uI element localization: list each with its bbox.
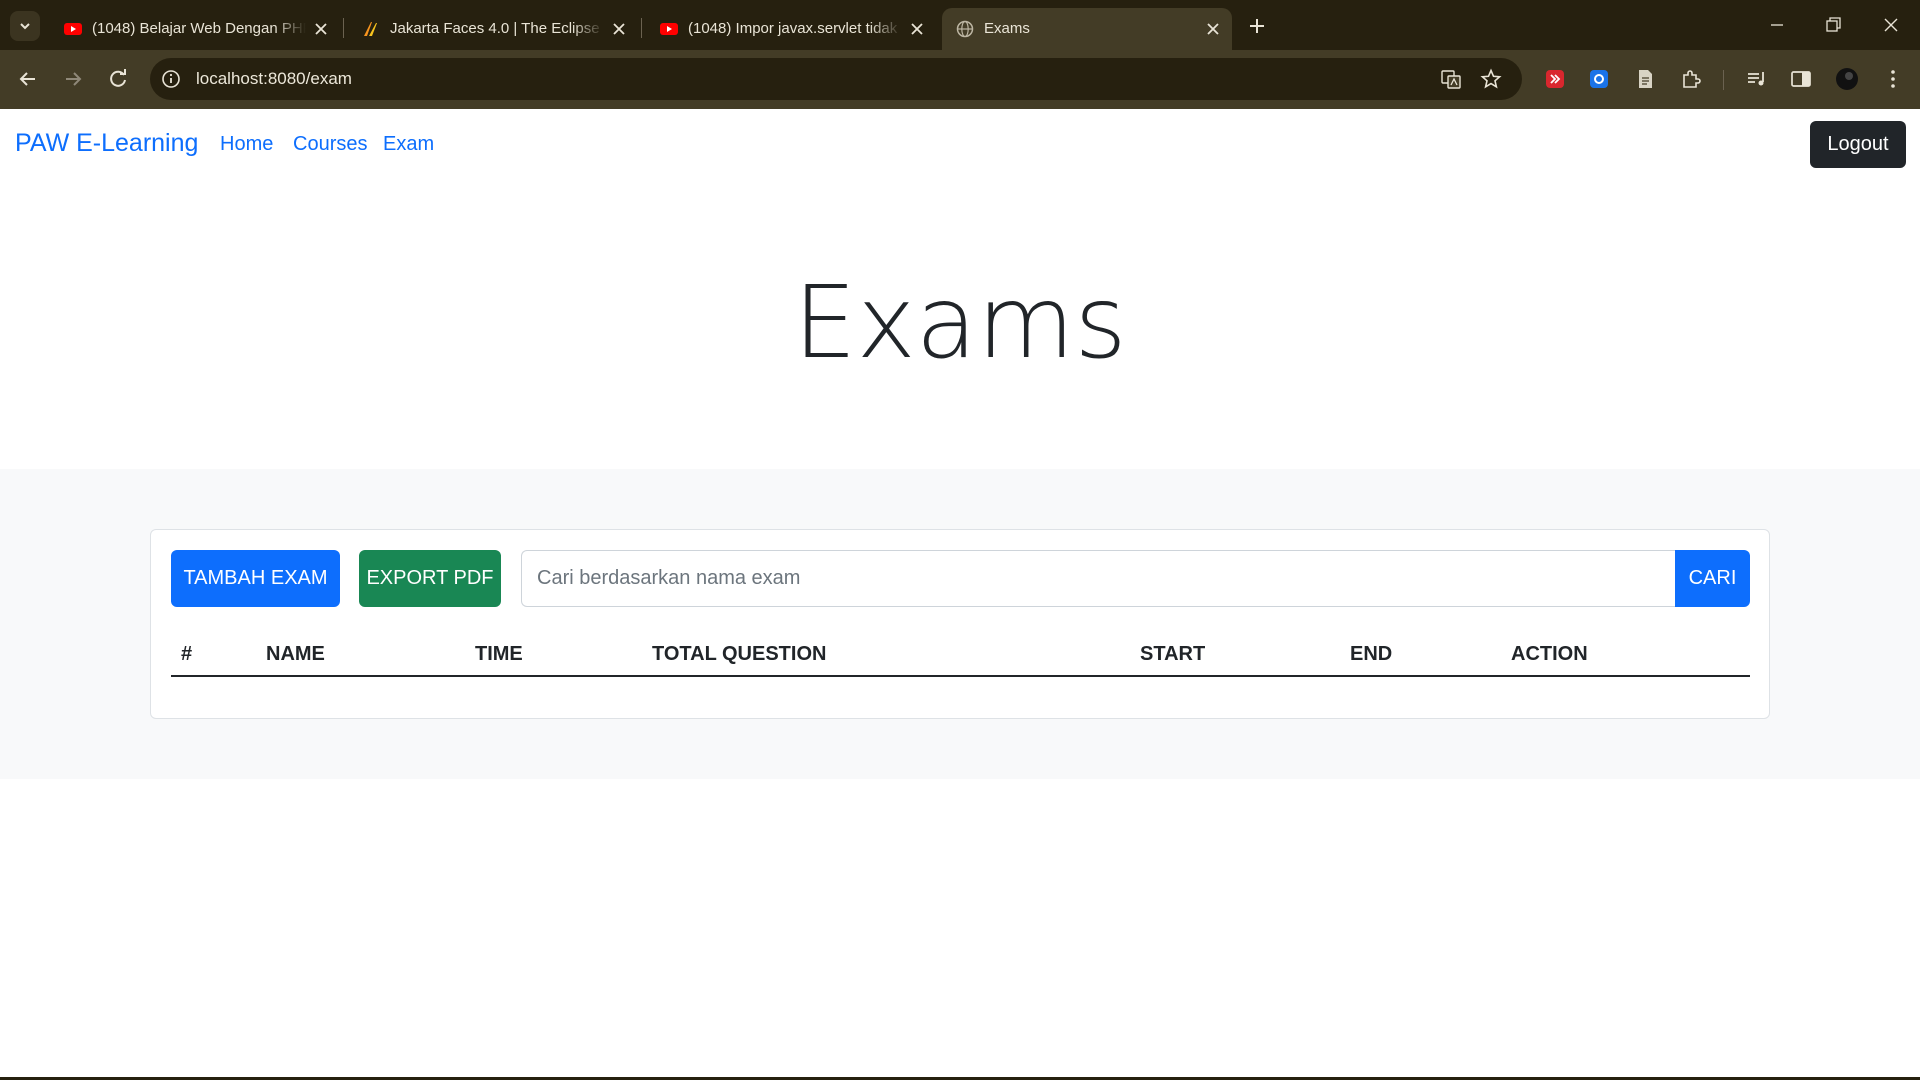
close-icon[interactable]: [1204, 20, 1222, 38]
export-pdf-button[interactable]: EXPORT PDF: [359, 550, 501, 607]
exam-section: TAMBAH EXAM EXPORT PDF CARI # NAME TIME …: [0, 469, 1920, 779]
bookmark-star-icon[interactable]: [1480, 68, 1502, 90]
column-header-number: #: [181, 643, 193, 665]
tab-title: Jakarta Faces 4.0 | The Eclipse Foundati…: [390, 20, 604, 37]
column-header-action: ACTION: [1511, 643, 1588, 665]
toolbar-divider: [1723, 70, 1724, 90]
browser-toolbar: localhost:8080/exam: [0, 50, 1920, 109]
browser-tab[interactable]: Jakarta Faces 4.0 | The Eclipse Foundati…: [348, 8, 638, 50]
globe-icon: [956, 20, 974, 38]
extensions-puzzle-icon[interactable]: [1678, 66, 1704, 92]
extension-red-icon[interactable]: [1542, 66, 1568, 92]
nav-link-exam[interactable]: Exam: [383, 133, 434, 156]
close-icon[interactable]: [312, 20, 330, 38]
nav-link-courses[interactable]: Courses: [293, 133, 367, 156]
translate-icon[interactable]: [1440, 68, 1462, 90]
minimize-icon[interactable]: [1766, 14, 1788, 36]
search-input[interactable]: [521, 550, 1676, 607]
site-navbar: PAW E-Learning Home Courses Exam Logout: [0, 109, 1920, 181]
eclipse-icon: [364, 22, 377, 36]
column-header-start: START: [1140, 643, 1206, 665]
reload-icon[interactable]: [105, 66, 131, 92]
site-info-icon[interactable]: [160, 68, 182, 90]
column-header-end: END: [1350, 643, 1393, 665]
tab-separator: [343, 18, 344, 38]
search-button[interactable]: CARI: [1675, 550, 1750, 607]
browser-tab[interactable]: (1048) Belajar Web Dengan PHP: [50, 8, 340, 50]
address-bar[interactable]: localhost:8080/exam: [150, 58, 1522, 100]
add-exam-button[interactable]: TAMBAH EXAM: [171, 550, 340, 607]
restore-icon[interactable]: [1822, 14, 1844, 36]
logout-button[interactable]: Logout: [1810, 121, 1906, 168]
page-content: PAW E-Learning Home Courses Exam Logout …: [0, 109, 1920, 1080]
nav-link-home[interactable]: Home: [220, 133, 273, 156]
column-header-time: TIME: [475, 643, 523, 665]
tab-title: (1048) Impor javax.servlet tidak: [688, 20, 898, 37]
close-icon[interactable]: [908, 20, 926, 38]
column-header-total-question: TOTAL QUESTION: [652, 643, 827, 665]
tab-separator: [641, 18, 642, 38]
extension-blue-icon[interactable]: [1586, 66, 1612, 92]
table-header: # NAME TIME TOTAL QUESTION START END ACT…: [171, 635, 1750, 677]
kebab-menu-icon[interactable]: [1880, 66, 1906, 92]
browser-tab[interactable]: (1048) Impor javax.servlet tidak: [646, 8, 936, 50]
exam-card: TAMBAH EXAM EXPORT PDF CARI # NAME TIME …: [150, 529, 1770, 719]
tab-title: Exams: [984, 20, 1030, 37]
forward-arrow-icon[interactable]: [60, 66, 86, 92]
close-window-icon[interactable]: [1880, 14, 1902, 36]
brand-logo-link[interactable]: PAW E-Learning: [15, 129, 198, 158]
page-title: Exams: [793, 264, 1127, 381]
youtube-icon: [64, 23, 82, 35]
new-tab-icon[interactable]: [1245, 14, 1269, 38]
chevron-down-icon: [20, 23, 30, 30]
youtube-icon: [660, 23, 678, 35]
media-queue-icon[interactable]: [1744, 66, 1770, 92]
close-icon[interactable]: [610, 20, 628, 38]
tab-search-button[interactable]: [10, 11, 40, 41]
side-panel-icon[interactable]: [1788, 66, 1814, 92]
column-header-name: NAME: [266, 643, 325, 665]
tab-title: (1048) Belajar Web Dengan PHP: [92, 20, 306, 37]
document-icon[interactable]: [1632, 66, 1658, 92]
browser-tabstrip: (1048) Belajar Web Dengan PHP Jakarta Fa…: [0, 0, 1920, 50]
browser-tab-active[interactable]: Exams: [942, 8, 1232, 50]
profile-avatar-icon[interactable]: [1834, 66, 1860, 92]
back-arrow-icon[interactable]: [15, 66, 41, 92]
url-text[interactable]: localhost:8080/exam: [196, 69, 352, 89]
